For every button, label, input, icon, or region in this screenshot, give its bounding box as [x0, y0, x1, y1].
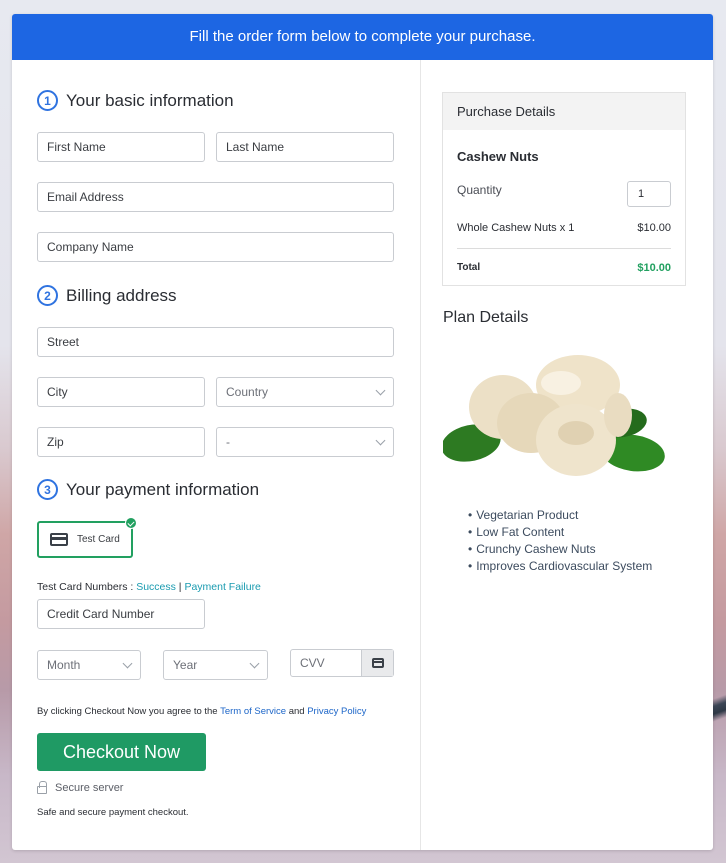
zip-input[interactable]: Zip [37, 427, 205, 457]
state-select-value: - [226, 435, 230, 449]
check-circle-icon [125, 517, 137, 529]
credit-card-icon [371, 658, 384, 668]
terms-text: By clicking Checkout Now you agree to th… [37, 706, 366, 717]
privacy-policy-link[interactable]: Privacy Policy [307, 706, 366, 717]
year-select[interactable]: Year [163, 650, 268, 680]
city-input[interactable]: City [37, 377, 205, 407]
section-title: Your basic information [66, 90, 234, 110]
line-item-row: Whole Cashew Nuts x 1 $10.00 [457, 222, 671, 234]
lock-icon [37, 781, 47, 794]
order-summary: Purchase Details Cashew Nuts Quantity 1 … [422, 60, 713, 850]
terms-of-service-link[interactable]: Term of Service [220, 706, 286, 717]
chevron-down-icon [249, 658, 260, 669]
divider [457, 248, 671, 249]
checkout-now-button[interactable]: Checkout Now [37, 733, 206, 771]
last-name-input[interactable]: Last Name [216, 132, 394, 162]
total-value: $10.00 [637, 262, 671, 274]
order-form: 1 Your basic information First Name Last… [12, 60, 421, 850]
terms-prefix: By clicking Checkout Now you agree to th… [37, 706, 221, 717]
month-select[interactable]: Month [37, 650, 141, 680]
step-number-2: 2 [37, 285, 58, 306]
purchase-details-box: Purchase Details Cashew Nuts Quantity 1 … [442, 92, 686, 286]
section-billing: 2 Billing address [37, 285, 177, 306]
step-number-1: 1 [37, 90, 58, 111]
success-link[interactable]: Success [136, 581, 176, 593]
company-input[interactable]: Company Name [37, 232, 394, 262]
product-name: Cashew Nuts [457, 149, 671, 164]
purchase-details-title: Purchase Details [443, 93, 685, 130]
feature-item: Improves Cardiovascular System [468, 559, 652, 576]
step-number-3: 3 [37, 479, 58, 500]
test-card-numbers: Test Card Numbers : Success | Payment Fa… [37, 581, 261, 593]
header-banner: Fill the order form below to complete yo… [12, 14, 713, 60]
section-title: Billing address [66, 285, 177, 305]
cvv-placeholder: CVV [300, 656, 325, 670]
chevron-down-icon [375, 435, 386, 446]
payment-failure-link[interactable]: Payment Failure [184, 581, 260, 593]
payment-method-test-card[interactable]: Test Card [37, 517, 137, 558]
first-name-input[interactable]: First Name [37, 132, 205, 162]
feature-item: Low Fat Content [468, 525, 652, 542]
plan-features-list: Vegetarian Product Low Fat Content Crunc… [468, 508, 652, 576]
checkout-card: Fill the order form below to complete yo… [12, 14, 713, 850]
section-payment: 3 Your payment information [37, 479, 259, 500]
street-input[interactable]: Street [37, 327, 394, 357]
secure-server: Secure server [37, 781, 124, 794]
plan-details-title: Plan Details [443, 309, 529, 326]
secure-server-label: Secure server [55, 782, 124, 794]
quantity-label: Quantity [457, 183, 502, 197]
line-item-label: Whole Cashew Nuts x 1 [457, 222, 575, 234]
feature-item: Vegetarian Product [468, 508, 652, 525]
country-select-value: Country [226, 385, 269, 399]
quantity-input[interactable]: 1 [627, 181, 671, 207]
credit-card-icon [50, 533, 68, 546]
cashew-nuts-image [443, 355, 665, 476]
line-item-price: $10.00 [637, 222, 671, 234]
payment-method-label: Test Card [77, 534, 120, 545]
year-select-value: Year [173, 658, 198, 672]
country-select[interactable]: Country [216, 377, 394, 407]
test-card-numbers-label: Test Card Numbers : [37, 581, 137, 593]
cvv-input[interactable]: CVV [290, 649, 394, 677]
chevron-down-icon [122, 658, 133, 669]
product-name-label: Cashew Nuts [457, 149, 539, 164]
card-number-input[interactable]: Credit Card Number [37, 599, 205, 629]
cvv-help-button[interactable] [361, 650, 393, 676]
total-row: Total $10.00 [457, 262, 671, 274]
chevron-down-icon [375, 385, 386, 396]
email-input[interactable]: Email Address [37, 182, 394, 212]
safe-checkout-text: Safe and secure payment checkout. [37, 807, 189, 818]
section-basic-info: 1 Your basic information [37, 90, 234, 111]
total-label: Total [457, 262, 481, 273]
section-title: Your payment information [66, 479, 260, 499]
month-select-value: Month [47, 658, 81, 672]
state-select[interactable]: - [216, 427, 394, 457]
feature-item: Crunchy Cashew Nuts [468, 542, 652, 559]
terms-and: and [286, 706, 308, 717]
